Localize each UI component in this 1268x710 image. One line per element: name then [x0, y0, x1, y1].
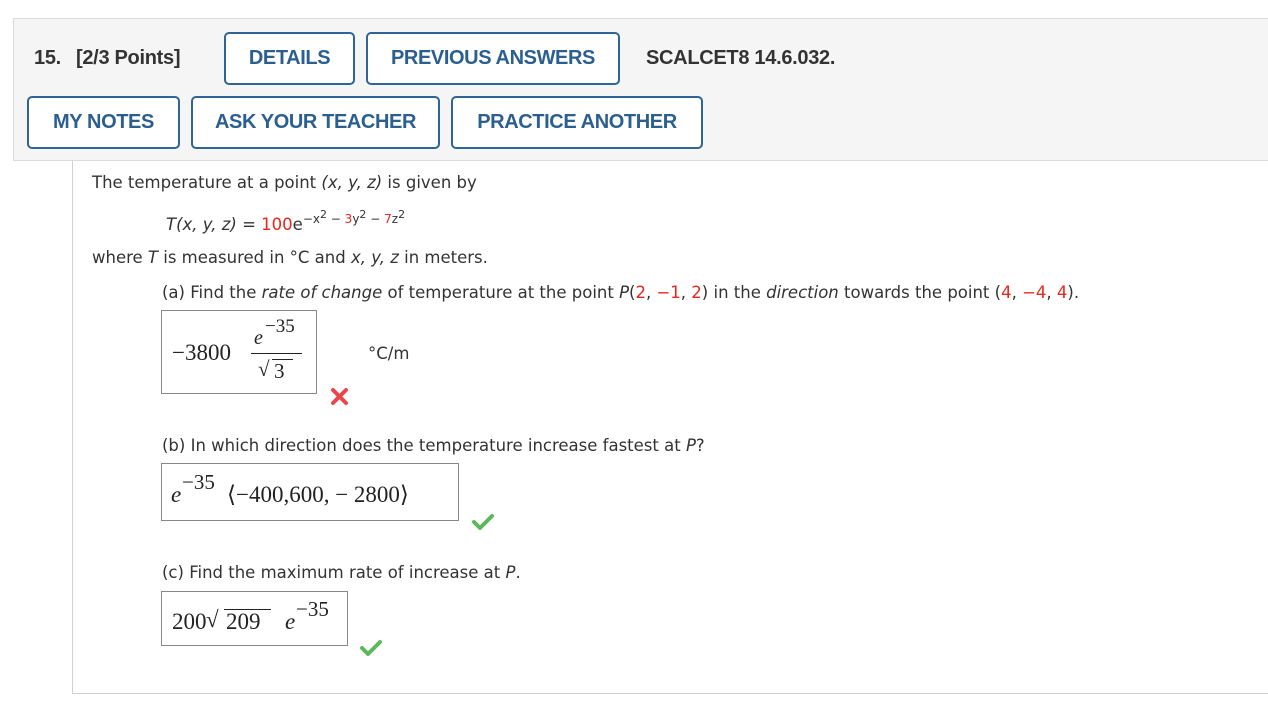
- coord: 2: [691, 283, 702, 302]
- exp-power: 2: [398, 208, 406, 221]
- units-var: T: [147, 248, 159, 267]
- part-c-question: (c) Find the maximum rate of increase at…: [162, 563, 521, 582]
- problem-intro: The temperature at a point (x, y, z) is …: [92, 173, 477, 192]
- answer-vector: ⟨−400,600, − 2800⟩: [227, 482, 409, 507]
- units-text: is measured in °C and: [158, 248, 351, 267]
- units-text: in meters.: [398, 248, 488, 267]
- q-text: (a) Find the: [162, 283, 262, 302]
- part-a-question: (a) Find the rate of change of temperatu…: [162, 283, 1079, 302]
- point-label: P: [505, 563, 516, 582]
- question-header: 15. [2/3 Points] DETAILS PREVIOUS ANSWER…: [13, 18, 1268, 161]
- exp-coef: 7: [384, 212, 392, 226]
- comma: ,: [1046, 283, 1057, 302]
- comma: ,: [680, 283, 692, 302]
- answer-coefficient: −3800: [172, 340, 231, 365]
- q-text: ?: [695, 436, 705, 455]
- unit-label: °C/m: [368, 344, 410, 363]
- intro-text: The temperature at a point: [92, 173, 322, 192]
- intro-point: (x, y, z): [321, 173, 383, 192]
- exp-term: −x: [302, 212, 320, 226]
- exp-minus: −: [326, 212, 345, 226]
- points-score: [2/3 Points]: [76, 47, 181, 69]
- q-text: of temperature at the point: [382, 283, 620, 302]
- coord: −1: [656, 283, 681, 302]
- function-e: e: [292, 215, 303, 234]
- q-text: towards the point: [838, 283, 995, 302]
- correct-check-icon: [360, 640, 382, 656]
- answer-exponent: −35: [182, 470, 215, 494]
- q-text: (b) In which direction does the temperat…: [162, 436, 686, 455]
- point-label: P: [685, 436, 696, 455]
- my-notes-button[interactable]: MY NOTES: [27, 96, 180, 149]
- temperature-function: T(x, y, z) = 100e−x2 − 3y2 − 7z2: [166, 208, 405, 234]
- answer-denominator: 3: [274, 359, 285, 383]
- function-lhs: T(x, y, z): [166, 215, 237, 234]
- question-number: 15.: [34, 47, 61, 69]
- ask-your-teacher-button[interactable]: ASK YOUR TEACHER: [191, 96, 440, 149]
- part-b-answer-input[interactable]: e −35 ⟨−400,600, − 2800⟩: [161, 463, 459, 521]
- equals-sign: =: [236, 215, 262, 234]
- point-label: P: [619, 283, 630, 302]
- problem-id: SCALCET8 14.6.032.: [646, 47, 836, 69]
- sqrt-sign: √: [258, 357, 270, 381]
- answer-numerator-exponent: −35: [265, 316, 295, 337]
- problem-units: where T is measured in °C and x, y, z in…: [92, 248, 488, 267]
- units-text: where: [92, 248, 148, 267]
- exp-minus: −: [366, 212, 385, 226]
- answer-exponent: −35: [296, 597, 329, 621]
- part-a-answer-input[interactable]: −3800 e −35 √ 3: [161, 310, 317, 394]
- answer-e: e: [171, 482, 182, 507]
- incorrect-x-icon: [331, 388, 348, 405]
- q-text: .: [515, 563, 521, 582]
- units-vars: x, y, z: [350, 248, 399, 267]
- part-b-question: (b) In which direction does the temperat…: [162, 436, 705, 455]
- comma: ,: [645, 283, 657, 302]
- paren: ).: [1067, 283, 1080, 302]
- comma: ,: [1011, 283, 1023, 302]
- function-coefficient: 100: [261, 215, 293, 234]
- sqrt-sign: √: [206, 607, 219, 632]
- practice-another-button[interactable]: PRACTICE ANOTHER: [451, 96, 703, 149]
- details-button[interactable]: DETAILS: [224, 32, 355, 85]
- q-text: in the: [708, 283, 767, 302]
- q-emph: rate of change: [261, 283, 383, 302]
- coord: 4: [1056, 283, 1068, 302]
- answer-e: e: [285, 609, 296, 634]
- coord: 4: [1001, 283, 1012, 302]
- part-c-answer-input[interactable]: 200 √ 209 e −35: [161, 591, 348, 646]
- q-text: (c) Find the maximum rate of increase at: [162, 563, 506, 582]
- correct-check-icon: [472, 514, 494, 530]
- answer-coefficient: 200: [172, 609, 207, 634]
- coord: 2: [635, 283, 646, 302]
- coord: −4: [1022, 283, 1047, 302]
- q-emph: direction: [766, 283, 839, 302]
- answer-numerator-e: e: [254, 327, 263, 349]
- function-exponent: −x2 − 3y2 − 7z2: [302, 208, 405, 226]
- fraction-bar: [251, 353, 302, 355]
- intro-text-end: is given by: [382, 173, 477, 192]
- previous-answers-button[interactable]: PREVIOUS ANSWERS: [366, 32, 620, 85]
- exp-power: 2: [319, 208, 327, 221]
- answer-radicand: 209: [226, 609, 261, 634]
